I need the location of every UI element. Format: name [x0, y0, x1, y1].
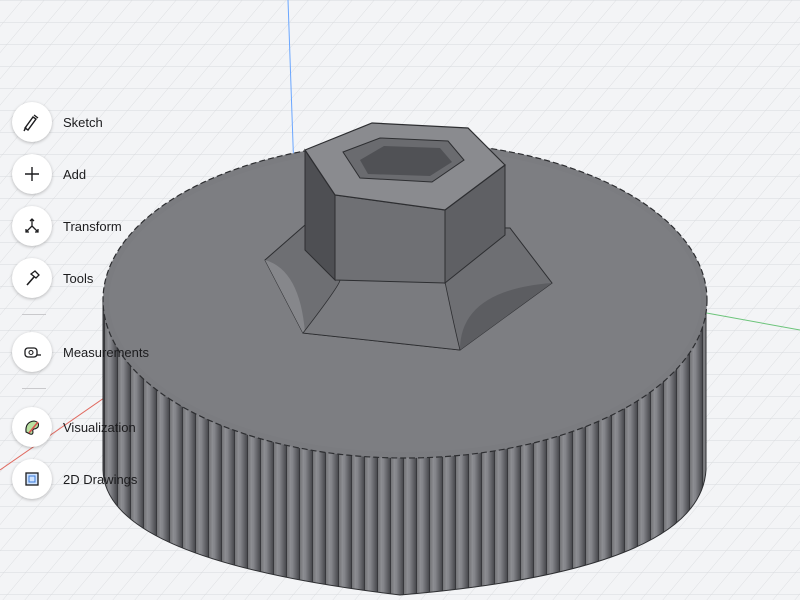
toolbar-divider-2: [22, 388, 46, 389]
2d-drawings-tool[interactable]: 2D Drawings: [12, 457, 137, 501]
add-label: Add: [63, 166, 87, 182]
toolbar-divider-1: [22, 314, 46, 315]
visualization-tool[interactable]: Visualization: [12, 405, 136, 449]
tools-tool[interactable]: Tools: [12, 256, 93, 300]
tape-measure-icon: [12, 332, 52, 372]
hex-stem[interactable]: [304, 122, 506, 285]
tool-palette: Sketch Add Transform Tools Measurements …: [12, 0, 212, 600]
measurements-label: Measurements: [63, 344, 149, 360]
plus-icon: [12, 154, 52, 194]
tools-label: Tools: [63, 270, 94, 286]
transform-tool[interactable]: Transform: [12, 204, 122, 248]
measurements-tool[interactable]: Measurements: [12, 330, 149, 374]
transform-label: Transform: [63, 218, 122, 234]
visualization-label: Visualization: [63, 419, 136, 435]
sketch-label: Sketch: [63, 114, 103, 130]
hammer-icon: [12, 258, 52, 298]
add-tool[interactable]: Add: [12, 152, 86, 196]
transform-arrows-icon: [12, 206, 52, 246]
blueprint-icon: [12, 459, 52, 499]
sketch-pen-icon: [12, 102, 52, 142]
2d-drawings-label: 2D Drawings: [63, 471, 138, 487]
palette-icon: [12, 407, 52, 447]
sketch-tool[interactable]: Sketch: [12, 100, 103, 144]
